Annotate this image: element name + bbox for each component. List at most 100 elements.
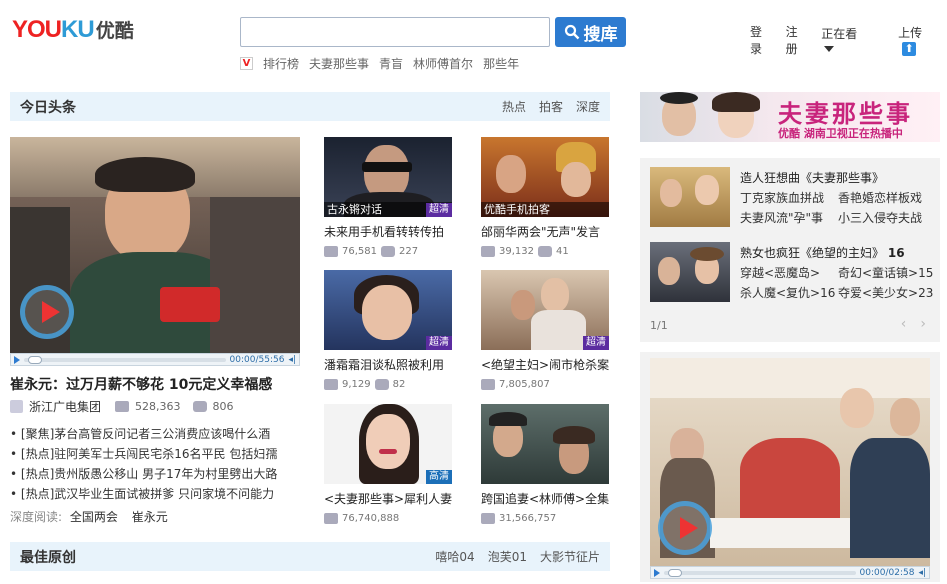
video-thumb[interactable]: 超清 <绝望主妇>闹市枪杀案 7,805,807 [481,270,609,390]
recommend-item[interactable]: 熟女也疯狂《绝望的主妇》 16 穿越<恶魔岛> 奇幻<童话镇>15 杀人魔<复仇… [650,242,935,302]
play-icon[interactable] [658,501,712,555]
progress-bar[interactable] [664,568,856,577]
register-link[interactable]: 注册 [786,23,807,57]
section-tab[interactable]: 泡芙01 [488,548,527,565]
thumb-title[interactable]: 跨国追妻<林师傅>全集 [481,490,609,507]
recommend-title[interactable]: 造人狂想曲《夫妻那些事》 [740,169,884,186]
logo-text-ku: KU [61,16,95,43]
recommend-link[interactable]: 丁克家族血拼战 [740,189,824,206]
watching-label: 正在看 [821,26,858,41]
headline-item[interactable]: • [热点]驻阿美军士兵闯民宅杀16名平民 包括妇孺 [10,444,277,464]
main-video-title[interactable]: 崔永元：过万月薪不够花 10元定义幸福感 [10,374,272,394]
top-nav: 登录 注册 正在看 上传 ⬆ [750,23,947,57]
recommend-link[interactable]: 夫妻风流"孕"事 [740,209,823,226]
play-count-icon [481,379,495,390]
hotword-link[interactable]: 那些年 [483,55,519,72]
hotword-link[interactable]: 青盲 [379,55,403,72]
search-button-label: 搜库 [583,24,618,45]
play-button-icon[interactable] [14,355,20,364]
thumb-title[interactable]: <夫妻那些事>犀利人妻 [324,490,452,507]
section-bar-original: 最佳原创 嘻哈04 泡芙01 大影节征片 [10,542,610,571]
volume-icon[interactable]: ◂| [288,355,296,365]
video-thumb[interactable]: 高清 <夫妻那些事>犀利人妻 76,740,888 [324,404,452,524]
section-tab[interactable]: 嘻哈04 [435,548,474,565]
hot-search-words: V 排行榜 夫妻那些事 青盲 林师傅首尔 那些年 [240,55,519,72]
channel-name[interactable]: 浙江广电集团 [29,398,101,415]
hotword-link[interactable]: 排行榜 [263,55,299,72]
recommend-link[interactable]: 奇幻<童话镇>15 [838,264,933,281]
thumb-title[interactable]: 未来用手机看转转传拍 [324,223,452,240]
volume-icon[interactable]: ◂| [918,568,926,578]
side-video-player[interactable]: 00:00/02:58 ◂| [640,352,940,582]
progress-bar[interactable] [24,355,226,364]
video-controls[interactable]: 00:00/55:56 ◂| [10,353,300,366]
logo-cn: 优酷 [95,20,134,42]
login-link[interactable]: 登录 [750,23,771,57]
headline-item[interactable]: • [热点]贵州版愚公移山 男子17年为村里劈出大路 [10,464,277,484]
hd-badge: 超清 [426,203,452,217]
video-time: 00:00/02:58 [859,567,915,578]
deep-read-link[interactable]: 全国两会 [70,510,118,524]
headline-item[interactable]: • [聚焦]茅台高管反问记者三公消费应该喝什么酒 [10,424,277,444]
headline-item[interactable]: • [热点]武汉毕业生面试被拼爹 只问家境不问能力 [10,484,277,504]
video-thumb[interactable]: 超清 潘霜霜泪谈私照被利用 9,129 82 [324,270,452,390]
thumb-title[interactable]: 邰丽华两会"无声"发言 [481,223,609,240]
main-video-meta: 浙江广电集团 528,363 806 [10,398,234,415]
comment-count: 82 [392,379,406,390]
thumb-title[interactable]: 潘霜霜泪谈私照被利用 [324,356,452,373]
pager-arrows: ‹ › [901,316,926,332]
section-tab[interactable]: 大影节征片 [540,548,600,565]
play-icon[interactable] [20,285,74,339]
play-count: 76,581 [342,246,377,257]
main-video-player[interactable] [10,137,300,353]
recommend-item[interactable]: 造人狂想曲《夫妻那些事》 丁克家族血拼战 香艳婚恋样板戏 夫妻风流"孕"事 小三… [650,167,935,227]
deep-read-link[interactable]: 崔永元 [132,510,168,524]
comment-icon [538,246,552,257]
video-thumb[interactable]: 优酷手机拍客 邰丽华两会"无声"发言 39,132 41 [481,137,609,257]
play-count-icon [324,513,338,524]
play-button-icon[interactable] [654,568,660,577]
search-button[interactable]: 搜库 [555,17,626,47]
hotword-link[interactable]: 林师傅首尔 [413,55,473,72]
recommend-title-wrap[interactable]: 熟女也疯狂《绝望的主妇》 16 [740,244,905,261]
video-thumb[interactable]: 古永锵对话 超清 未来用手机看转转传拍 76,581 227 [324,137,452,257]
section-tab[interactable]: 热点 [502,98,526,115]
deep-read: 深度阅读: 全国两会 崔永元 [10,508,168,525]
chevron-left-icon[interactable]: ‹ [901,316,907,332]
comment-count: 41 [556,246,569,257]
comment-icon [374,379,389,390]
banner-title: 夫妻那些事 [778,100,913,128]
play-count-icon [324,379,338,390]
video-controls[interactable]: 00:00/02:58 ◂| [650,566,930,579]
upload-link[interactable]: 上传 ⬆ [898,24,947,56]
comment-count: 227 [399,246,419,257]
comment-icon [192,401,207,412]
recommend-link[interactable]: 夺爱<美少女>23 [838,284,933,301]
thumb-title[interactable]: <绝望主妇>闹市枪杀案 [481,356,609,373]
section-tab[interactable]: 拍客 [539,98,563,115]
hotword-link[interactable]: 夫妻那些事 [309,55,369,72]
chevron-right-icon[interactable]: › [920,316,926,332]
recommend-episode: 16 [887,246,905,260]
play-count-icon [324,246,338,257]
recommend-link[interactable]: 穿越<恶魔岛> [740,264,820,281]
hd-badge: 高清 [426,470,452,484]
recommend-link[interactable]: 香艳婚恋样板戏 [838,189,922,206]
deep-read-label: 深度阅读: [10,510,63,524]
recommend-link[interactable]: 杀人魔<复仇>16 [740,284,835,301]
section-bar-headlines: 今日头条 热点 拍客 深度 [10,92,610,121]
section-tab[interactable]: 深度 [576,98,600,115]
play-count: 31,566,757 [499,513,557,524]
video-time: 00:00/55:56 [229,354,285,365]
user-icon [10,400,23,413]
promo-banner[interactable]: 夫妻那些事 优酷 湖南卫视正在热播中 [640,92,940,142]
search-input[interactable] [240,17,550,47]
section-title: 今日头条 [20,99,76,116]
video-thumb[interactable]: 跨国追妻<林师傅>全集 31,566,757 [481,404,609,524]
youku-logo[interactable]: YOUKU 优酷 [12,16,140,46]
progress-handle[interactable] [28,355,42,364]
recommend-link[interactable]: 小三入侵夺夫战 [838,209,922,226]
watching-menu[interactable]: 正在看 [821,25,876,56]
progress-handle[interactable] [668,568,682,577]
play-count: 9,129 [342,379,371,390]
